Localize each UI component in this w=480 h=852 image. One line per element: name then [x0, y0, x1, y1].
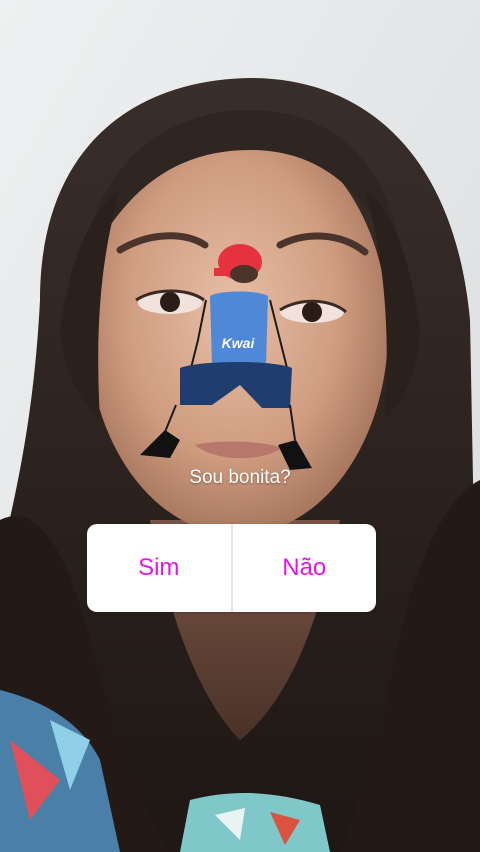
poll-option-nao[interactable]: Não [233, 524, 377, 612]
sticker-shirt-text: Kwai [222, 335, 256, 351]
poll-option-sim-label: Sim [138, 554, 180, 581]
poll-option-sim[interactable]: Sim [87, 524, 231, 612]
poll-option-nao-label: Não [282, 554, 327, 581]
story-screen: Kwai Sou bonita? Sim Não [0, 0, 480, 852]
poll-question: Sou bonita? [189, 467, 291, 488]
selfie-photo: Kwai [0, 0, 480, 852]
poll-card: Sim Não [87, 524, 376, 612]
